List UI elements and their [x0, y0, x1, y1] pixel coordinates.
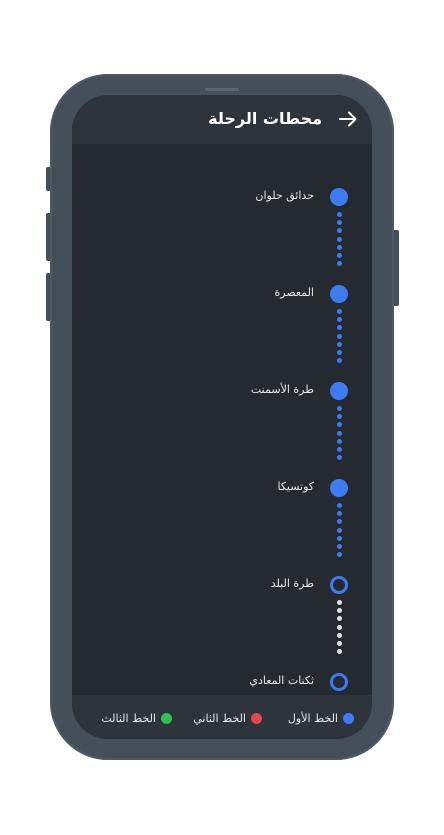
route-connector — [336, 600, 342, 657]
arrow-right-icon[interactable] — [336, 106, 360, 132]
legend-item-line-3: الخط الثالث — [101, 711, 172, 725]
lines-legend: الخط الأول الخط الثاني الخط الثالث — [72, 695, 372, 739]
station-name: ثكنات المعادي — [249, 674, 314, 687]
legend-label: الخط الأول — [287, 711, 338, 725]
legend-item-line-1: الخط الأول — [288, 711, 354, 725]
route-connector — [336, 406, 342, 463]
route-connector — [336, 503, 342, 560]
station-marker-filled — [330, 188, 348, 206]
route-connector — [336, 212, 342, 269]
station-name: طرة البلد — [270, 577, 314, 590]
app-screen: محطات الرحلة حدائق حلوان المعصرة طرة الأ… — [72, 95, 372, 739]
station-marker-hollow — [330, 673, 348, 691]
station-marker-filled — [330, 285, 348, 303]
station-marker-filled — [330, 382, 348, 400]
page-title: محطات الرحلة — [208, 109, 322, 128]
station-item[interactable]: حدائق حلوان — [72, 187, 372, 207]
stations-timeline: حدائق حلوان المعصرة طرة الأسمنت كوتسيكا — [72, 144, 372, 692]
legend-dot-icon — [343, 712, 354, 724]
app-header: محطات الرحلة — [72, 95, 372, 144]
station-name: كوتسيكا — [277, 480, 314, 493]
route-connector — [336, 309, 342, 366]
legend-item-line-2: الخط الثاني — [193, 711, 262, 725]
station-name: طرة الأسمنت — [250, 383, 314, 396]
legend-dot-icon — [161, 712, 172, 724]
legend-dot-icon — [251, 712, 262, 724]
station-item[interactable]: كوتسيكا — [72, 478, 372, 498]
station-marker-filled — [330, 479, 348, 497]
speaker-grille — [205, 88, 239, 91]
station-item[interactable]: طرة الأسمنت — [72, 381, 372, 401]
legend-label: الخط الثالث — [101, 711, 156, 725]
station-item[interactable]: طرة البلد — [72, 575, 372, 595]
station-item[interactable]: ثكنات المعادي — [72, 672, 372, 692]
station-item[interactable]: المعصرة — [72, 284, 372, 304]
station-marker-hollow — [330, 576, 348, 594]
station-name: حدائق حلوان — [255, 189, 314, 202]
legend-label: الخط الثاني — [193, 711, 246, 725]
station-name: المعصرة — [274, 286, 314, 299]
